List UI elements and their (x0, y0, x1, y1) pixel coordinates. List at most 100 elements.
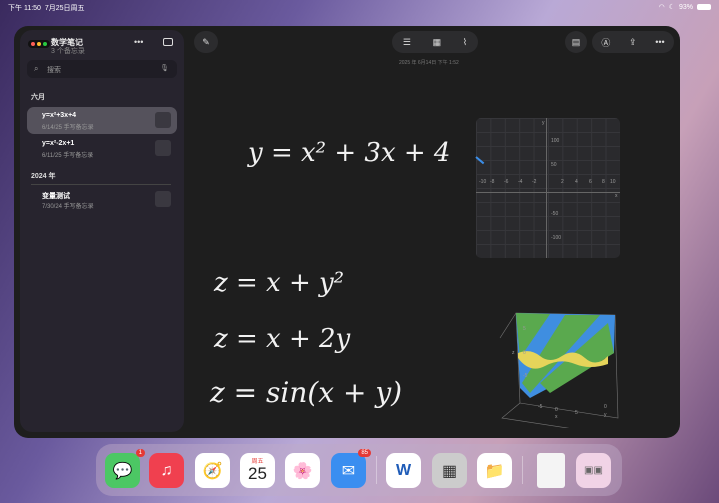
word-icon: W (395, 461, 412, 479)
z-label: z (512, 350, 515, 356)
compass-icon: 🧭 (202, 462, 223, 480)
calculator-icon: ▤ (571, 36, 581, 47)
y-tick: -100 (551, 235, 562, 241)
note-item[interactable]: y=x²+3x+4 6/14/25 手写备忘录 (27, 107, 177, 134)
mic-icon[interactable]: 🎙 (160, 64, 169, 72)
note-title: 变量测试 (42, 193, 70, 200)
dock: 💬 1 ♫ 🧭 周五 25 🌸 ✉ 85 W ▦ 📁 ▣▣ (96, 444, 622, 496)
x-axis (476, 192, 620, 193)
document-file[interactable] (537, 453, 565, 488)
equation-1[interactable]: y = x² + 3x + 4 (248, 138, 450, 168)
badge: 85 (358, 449, 371, 457)
clock: 下午 11:50 (8, 5, 41, 12)
window-controls[interactable] (28, 40, 50, 48)
calculator-app[interactable]: ▦ (432, 453, 467, 488)
z-tick: -5 (523, 373, 528, 379)
search-input[interactable]: ⌕ 搜索 🎙 (27, 60, 177, 78)
x-tick: -6 (504, 179, 509, 185)
table-icon[interactable]: ▦ (433, 37, 442, 48)
markup-icon[interactable]: Ⓐ (601, 36, 610, 49)
more-icon[interactable]: ••• (655, 37, 664, 47)
actions-toolbar: Ⓐ ⇪ ••• (592, 31, 674, 53)
compose-button[interactable]: ✎ (194, 31, 218, 53)
music-note-icon: ♫ (160, 461, 173, 479)
folder-icon: 📁 (484, 462, 505, 480)
dock-separator (522, 456, 523, 484)
z-tick: 5 (523, 326, 526, 332)
y-tick: -50 (551, 211, 559, 217)
divider (31, 184, 171, 185)
app-grid-icon: ▣▣ (584, 465, 603, 476)
y-label: y (542, 120, 545, 126)
equation-3[interactable]: z = x + 2y (214, 324, 350, 354)
x-tick: -2 (532, 179, 537, 185)
y-tick: 0 (604, 404, 607, 410)
battery-icon (697, 4, 711, 10)
note-thumbnail (155, 191, 171, 207)
x-tick: 2 (561, 179, 564, 185)
z-tick: 0 (523, 350, 526, 356)
battery-percent: 93% (678, 3, 693, 11)
curve (475, 156, 485, 165)
note-item[interactable]: y=x²-2x+1 6/11/25 手写备忘录 (27, 135, 177, 162)
date: 7月25日周五 (44, 5, 85, 12)
x-tick: 4 (575, 179, 578, 185)
x-label: x (615, 193, 618, 199)
music-app[interactable]: ♫ (149, 453, 184, 488)
graph-2d[interactable]: y x 100 50 -50 -100 -10 -8 -6 -4 -2 2 4 … (475, 118, 620, 258)
badge: 1 (135, 449, 145, 457)
calendar-app[interactable]: 周五 25 (240, 453, 275, 488)
checklist-icon[interactable]: ☰ (403, 37, 411, 48)
x-tick: 0 (555, 407, 558, 413)
format-toolbar: ☰ ▦ ⌇ (392, 31, 478, 53)
y-label: y (604, 412, 607, 418)
graph-3d[interactable]: z 5 0 -5 -5 0 5 x 0 y (490, 298, 630, 434)
calculator-icon: ▦ (441, 462, 458, 480)
x-tick: -10 (479, 179, 487, 185)
note-date: 2025 年 6月14日 下午 1:52 (399, 60, 459, 66)
note-thumbnail (155, 140, 171, 156)
safari-app[interactable]: 🧭 (195, 453, 230, 488)
x-tick: 5 (575, 410, 578, 416)
calculator-button[interactable]: ▤ (565, 31, 587, 53)
equation-4[interactable]: z = sin(x + y) (210, 376, 402, 409)
x-tick: -4 (518, 179, 523, 185)
moon-icon: ☾ (668, 4, 675, 11)
status-time: 下午 11:50 7月25日周五 (8, 3, 85, 13)
note-title: y=x²+3x+4 (42, 112, 77, 119)
app-folder[interactable]: ▣▣ (576, 453, 611, 488)
sidebar: 数学笔记 3 个备忘录 ••• ⌕ 搜索 🎙 六月 y=x²+3x+4 6/14/25… (20, 30, 184, 432)
more-icon[interactable]: ••• (134, 37, 143, 47)
x-tick: 10 (610, 179, 616, 185)
compose-icon: ✎ (202, 36, 210, 47)
equation-2[interactable]: z = x + y² (214, 268, 344, 298)
section-june: 六月 (31, 94, 45, 101)
x-tick: 8 (602, 179, 605, 185)
y-tick: 50 (551, 162, 557, 168)
envelope-icon: ✉ (341, 462, 356, 480)
mail-app[interactable]: ✉ 85 (331, 449, 371, 488)
photos-app[interactable]: 🌸 (285, 453, 320, 488)
search-placeholder: 搜索 (47, 67, 61, 74)
share-icon[interactable]: ⇪ (629, 37, 637, 48)
surface-plot (499, 312, 619, 434)
attachment-icon[interactable]: ⌇ (463, 37, 467, 48)
files-app[interactable]: 📁 (477, 453, 512, 488)
x-label: x (555, 414, 558, 420)
y-tick: 100 (551, 138, 560, 144)
x-tick: -8 (490, 179, 495, 185)
flower-icon: 🌸 (292, 462, 313, 480)
note-thumbnail (155, 112, 171, 128)
folder-count: 3 个备忘录 (51, 48, 85, 55)
note-meta: 6/11/25 手写备忘录 (42, 153, 94, 159)
sidebar-toggle-icon[interactable] (163, 38, 173, 46)
dock-separator (376, 456, 377, 484)
x-tick: 6 (589, 179, 592, 185)
search-icon: ⌕ (34, 64, 39, 73)
word-app[interactable]: W (386, 453, 421, 488)
note-item[interactable]: 变量测试 7/30/24 手写备忘录 (27, 186, 177, 213)
status-icons: ◠ ☾ 93% (659, 3, 711, 11)
section-2024: 2024 年 (31, 173, 56, 180)
note-meta: 7/30/24 手写备忘录 (42, 204, 94, 210)
messages-app[interactable]: 💬 1 (105, 449, 145, 488)
